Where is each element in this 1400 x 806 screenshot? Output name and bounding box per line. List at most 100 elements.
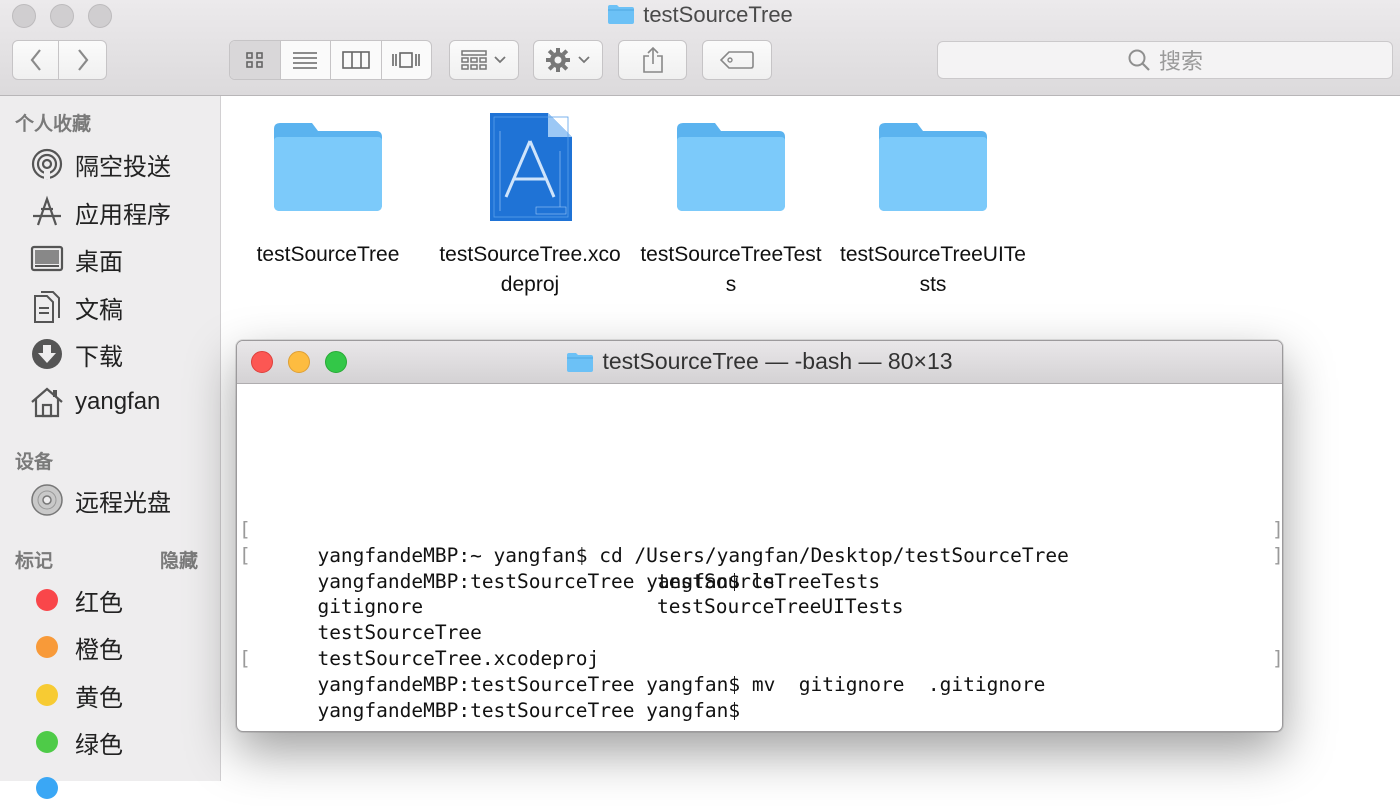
airdrop-icon — [30, 147, 64, 181]
chevron-right-icon — [77, 49, 88, 71]
share-button[interactable] — [618, 40, 687, 80]
forward-button[interactable] — [59, 40, 107, 80]
sidebar-item-label: 远程光盘 — [75, 489, 171, 517]
terminal-line: [yangfandeMBP:testSourceTree yangfan$ mv… — [237, 646, 1283, 696]
file-item[interactable]: testSourceTreeUITests — [838, 108, 1028, 300]
share-icon — [642, 46, 663, 73]
mark-bracket-right: ] — [1272, 518, 1283, 541]
search-field[interactable]: 搜索 — [937, 41, 1393, 79]
tag-dot — [30, 771, 64, 805]
disc-icon — [30, 483, 64, 517]
terminal-line: gitignore testSourceTreeTests — [237, 569, 1282, 619]
view-mode-control — [229, 40, 432, 80]
chevron-left-icon — [30, 49, 41, 71]
sidebar-item-airdrop[interactable]: 隔空投送 — [30, 146, 171, 182]
sidebar-item-label: 应用程序 — [75, 201, 171, 229]
folder-icon — [636, 108, 826, 226]
sidebar: 个人收藏 隔空投送 应用程序 桌面 文稿 下载 yangfan 设备 远程光盘 … — [0, 96, 221, 799]
mark-bracket-left: [ — [239, 518, 251, 541]
tag-dot — [30, 583, 64, 617]
devices-header: 设备 — [15, 452, 54, 473]
folder-icon — [838, 108, 1028, 226]
column-view-button[interactable] — [331, 41, 382, 79]
mark-bracket-right: ] — [1272, 646, 1283, 670]
sidebar-item-applications[interactable]: 应用程序 — [30, 194, 171, 230]
chevron-down-icon — [578, 56, 590, 64]
sidebar-item-tag-yellow[interactable]: 黄色 — [30, 677, 123, 713]
sidebar-item-remote-disc[interactable]: 远程光盘 — [30, 482, 171, 518]
file-item[interactable]: testSourceTree.xcodeproj — [435, 108, 625, 300]
tag-dot — [30, 630, 64, 664]
search-placeholder: 搜索 — [1158, 49, 1203, 74]
folder-icon — [607, 3, 635, 31]
terminal-window: testSourceTree — -bash — 80×13 [yangfand… — [236, 340, 1283, 732]
mark-bracket-left: [ — [239, 543, 251, 567]
cover-flow-icon — [392, 52, 421, 68]
sidebar-item-label: 黄色 — [75, 684, 123, 712]
sidebar-item-label: 文稿 — [75, 296, 123, 324]
tag-dot — [30, 725, 64, 759]
desktop-icon — [30, 242, 64, 276]
favorites-header: 个人收藏 — [15, 114, 92, 135]
terminal-title: testSourceTree — -bash — 80×13 — [237, 348, 1282, 375]
list-view-icon — [293, 52, 318, 69]
terminal-title-bar[interactable]: testSourceTree — -bash — 80×13 — [237, 341, 1282, 384]
applications-icon — [30, 195, 64, 229]
terminal-output[interactable]: [yangfandeMBP:~ yangfan$ cd /Users/yangf… — [237, 517, 1283, 722]
downloads-icon — [30, 337, 64, 371]
sidebar-item-downloads[interactable]: 下载 — [30, 336, 123, 372]
home-icon — [30, 385, 64, 419]
sidebar-item-tag-orange[interactable]: 橙色 — [30, 629, 123, 665]
finder-toolbar: testSourceTree 搜索 — [0, 0, 1400, 96]
terminal-line: [yangfandeMBP:testSourceTree yangfan$ ls… — [237, 543, 1283, 593]
sidebar-item-tag-green[interactable]: 绿色 — [30, 724, 123, 760]
tag-icon — [720, 51, 754, 69]
arrange-button[interactable] — [449, 40, 519, 80]
action-button[interactable] — [533, 40, 603, 80]
icon-view-icon — [245, 52, 263, 68]
sidebar-item-desktop[interactable]: 桌面 — [30, 241, 123, 277]
chevron-down-icon — [494, 56, 506, 64]
window-title-text: testSourceTree — [643, 2, 793, 27]
grid-arrange-icon — [461, 50, 487, 70]
sidebar-item-label: 下载 — [75, 343, 123, 371]
back-button[interactable] — [12, 40, 59, 80]
window-title: testSourceTree — [0, 2, 1400, 31]
tag-button[interactable] — [702, 40, 772, 80]
tag-dot — [30, 678, 64, 712]
sidebar-item-label: yangfan — [75, 388, 161, 415]
tags-header: 标记 — [15, 551, 54, 572]
file-item[interactable]: testSourceTreeTests — [636, 108, 826, 300]
tags-hide-link[interactable]: 隐藏 — [160, 546, 198, 573]
terminal-line-col2: testSourceTreeUITests — [657, 595, 904, 619]
terminal-line: testSourceTree testSourceTreeUITests — [237, 594, 1282, 644]
file-item[interactable]: testSourceTree — [233, 108, 423, 270]
documents-icon — [30, 290, 64, 324]
file-name: testSourceTree.xcodeproj — [439, 243, 621, 296]
sidebar-item-tag-red[interactable]: 红色 — [30, 582, 123, 618]
folder-icon — [233, 108, 423, 226]
sidebar-item-label: 桌面 — [75, 248, 123, 276]
sidebar-item-home[interactable]: yangfan — [30, 384, 160, 420]
mark-bracket-right: ] — [1272, 543, 1283, 567]
sidebar-item-documents[interactable]: 文稿 — [30, 289, 123, 325]
sidebar-item-label: 绿色 — [75, 731, 123, 759]
folder-icon — [567, 353, 594, 372]
sidebar-item-tag-blue[interactable] — [30, 770, 75, 806]
cover-flow-button[interactable] — [382, 41, 432, 79]
search-icon — [1128, 49, 1150, 71]
file-name: testSourceTreeTests — [640, 243, 822, 296]
mark-bracket-left: [ — [239, 646, 251, 670]
sidebar-item-label: 隔空投送 — [75, 153, 171, 181]
xcodeproj-icon — [435, 108, 625, 226]
terminal-line: [yangfandeMBP:~ yangfan$ cd /Users/yangf… — [237, 517, 1283, 567]
terminal-title-text: testSourceTree — -bash — 80×13 — [602, 348, 953, 374]
terminal-line: yangfandeMBP:testSourceTree yangfan$ — [237, 672, 1282, 722]
terminal-line-col2: testSourceTreeTests — [657, 569, 881, 593]
file-name: testSourceTreeUITests — [840, 243, 1026, 296]
sidebar-item-label: 红色 — [75, 589, 123, 617]
list-view-button[interactable] — [281, 41, 331, 79]
terminal-line-text: yangfandeMBP:testSourceTree yangfan$ — [317, 698, 741, 722]
icon-view-button[interactable] — [230, 41, 281, 79]
sidebar-item-label: 橙色 — [75, 636, 123, 664]
